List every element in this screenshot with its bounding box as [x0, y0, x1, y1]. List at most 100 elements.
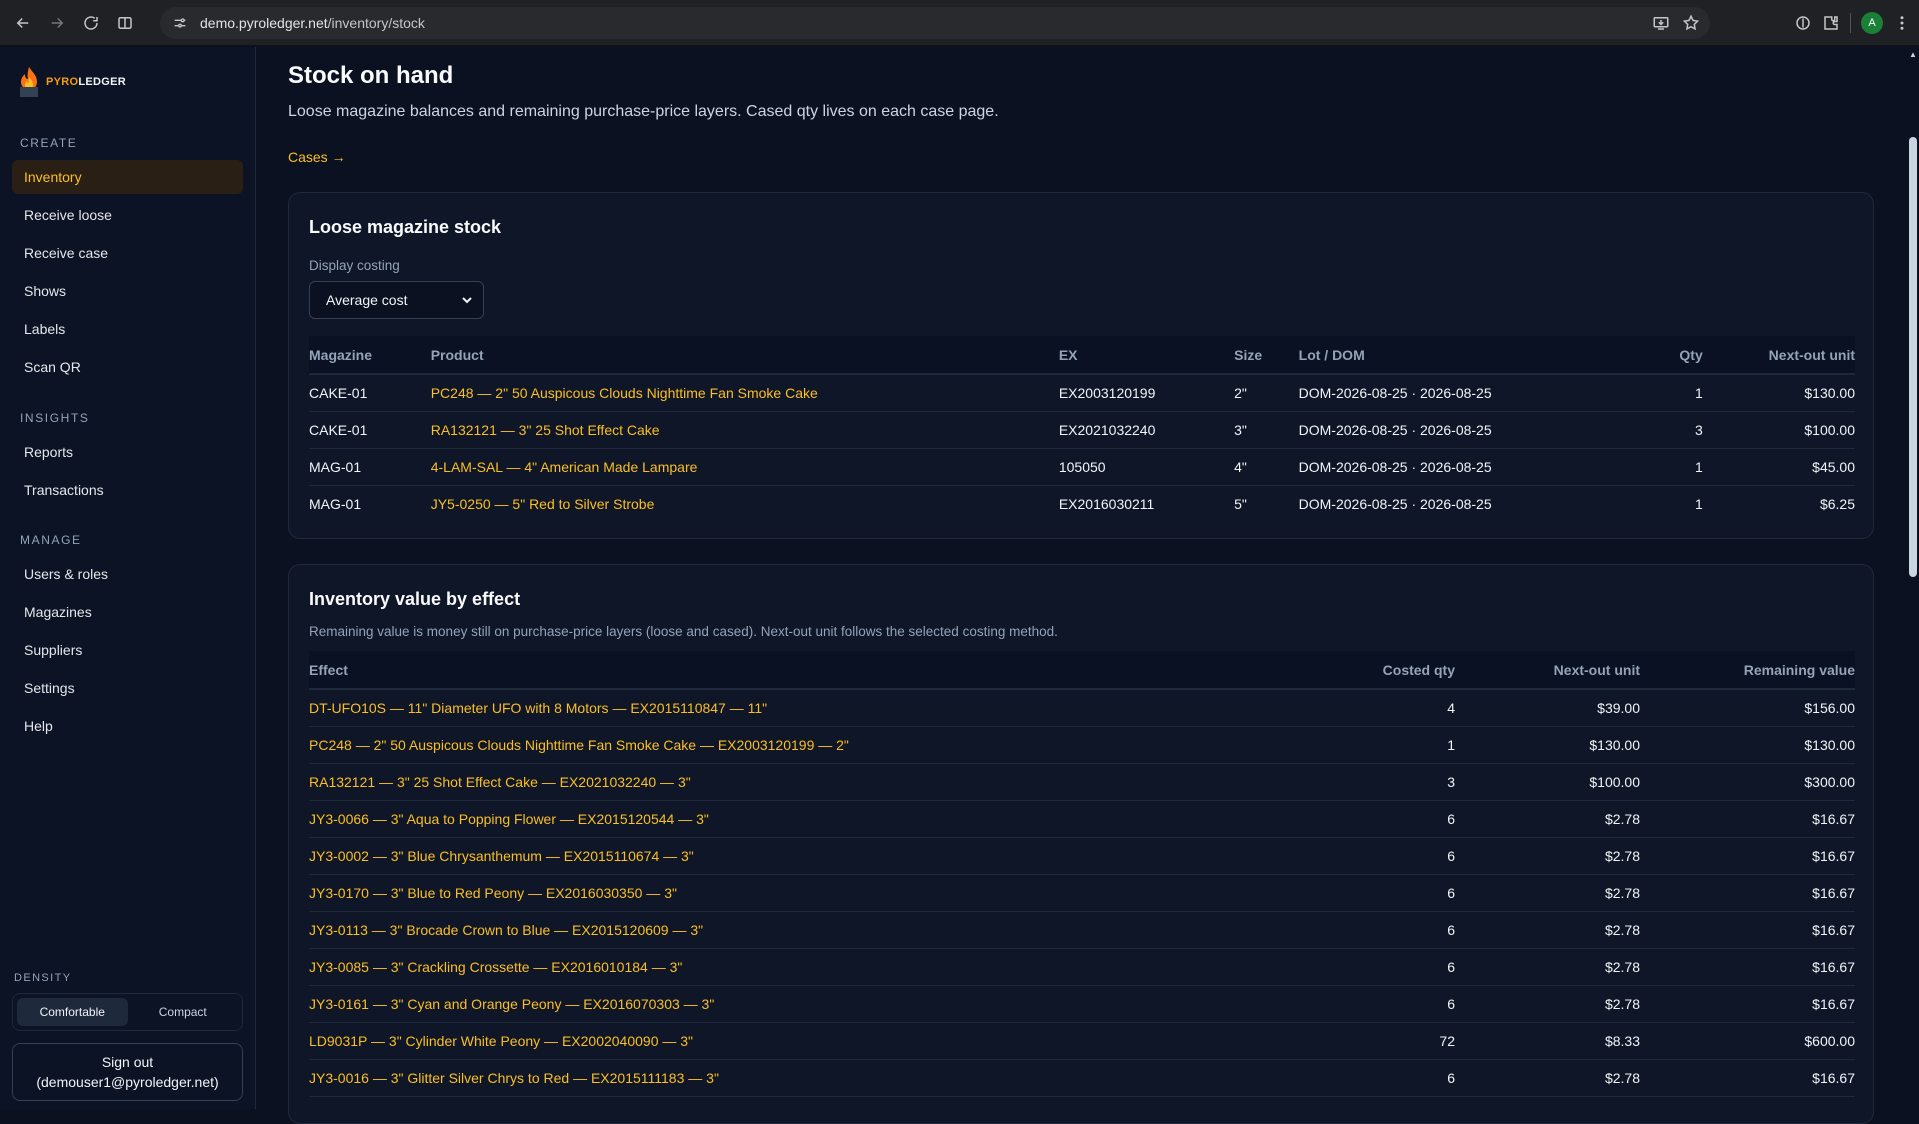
- product-link[interactable]: 4-LAM-SAL — 4" American Made Lampare: [430, 448, 1059, 486]
- value-by-effect-table: Effect Costed qty Next-out unit Remainin…: [309, 651, 1855, 1097]
- cell-costed-qty: 1: [1309, 726, 1455, 764]
- install-app-icon[interactable]: [1652, 14, 1670, 32]
- sidebar-item-settings[interactable]: Settings: [12, 671, 243, 705]
- sidebar-item-labels[interactable]: Labels: [12, 312, 243, 346]
- col-header-magazine[interactable]: Magazine: [309, 336, 431, 375]
- page-scrollbar[interactable]: ▲: [1907, 47, 1919, 1109]
- sidebar-item-receive-case[interactable]: Receive case: [12, 236, 243, 270]
- table-row: JY3-0161 — 3" Cyan and Orange Peony — EX…: [309, 985, 1855, 1023]
- sidebar-item-suppliers[interactable]: Suppliers: [12, 633, 243, 667]
- sidebar-item-inventory[interactable]: Inventory: [12, 160, 243, 194]
- split-view-button[interactable]: [110, 8, 140, 38]
- col-header-ex[interactable]: EX: [1058, 336, 1235, 375]
- col-header-lot-dom[interactable]: Lot / DOM: [1298, 336, 1567, 375]
- col-header-product[interactable]: Product: [430, 336, 1059, 375]
- extension-shield-icon[interactable]: [1794, 14, 1812, 32]
- effect-link[interactable]: JY3-0113 — 3" Brocade Crown to Blue — EX…: [309, 911, 1309, 949]
- reload-button[interactable]: [76, 8, 106, 38]
- effect-link[interactable]: JY3-0085 — 3" Crackling Crossette — EX20…: [309, 948, 1309, 986]
- toolbar-separator: [1850, 13, 1851, 33]
- cell-magazine: MAG-01: [309, 495, 362, 512]
- cell-costed-qty: 6: [1309, 911, 1455, 949]
- cell-costed-qty: 4: [1309, 689, 1455, 727]
- cell-qty: 3: [1566, 411, 1703, 449]
- col-header-costed-qty[interactable]: Costed qty: [1309, 651, 1455, 690]
- section-label-insights: INSIGHTS: [20, 411, 90, 425]
- sidebar-item-receive-loose[interactable]: Receive loose: [12, 198, 243, 232]
- sidebar-item-scan-qr[interactable]: Scan QR: [12, 350, 243, 384]
- cell-size: 2": [1234, 374, 1299, 412]
- col-header-next-out-unit[interactable]: Next-out unit: [1702, 336, 1855, 375]
- col-header-qty[interactable]: Qty: [1566, 336, 1703, 375]
- table-row: JY3-0016 — 3" Glitter Silver Chrys to Re…: [309, 1059, 1855, 1097]
- cell-ex: EX2016030211: [1058, 495, 1155, 512]
- cell-costed-qty: 6: [1309, 948, 1455, 986]
- sidebar-item-users-roles[interactable]: Users & roles: [12, 557, 243, 591]
- cell-costed-qty: 6: [1309, 874, 1455, 912]
- cell-costed-qty: 6: [1309, 800, 1455, 838]
- site-settings-icon[interactable]: [168, 11, 192, 35]
- split-view-icon: [118, 16, 132, 29]
- logo-text: PYROLEDGER: [46, 76, 127, 88]
- address-bar[interactable]: demo.pyroledger.net/inventory/stock: [160, 7, 1710, 39]
- sidebar-item-reports[interactable]: Reports: [12, 435, 243, 469]
- scroll-up-icon[interactable]: ▲: [1909, 51, 1917, 59]
- sidebar-item-shows[interactable]: Shows: [12, 274, 243, 308]
- bookmark-star-icon[interactable]: [1682, 14, 1700, 32]
- effect-link[interactable]: DT-UFO10S — 11" Diameter UFO with 8 Moto…: [309, 689, 1309, 727]
- cell-size: 3": [1234, 411, 1299, 449]
- product-link[interactable]: PC248 — 2" 50 Auspicous Clouds Nighttime…: [430, 374, 1059, 412]
- effect-link[interactable]: RA132121 — 3" 25 Shot Effect Cake — EX20…: [309, 763, 1309, 801]
- cell-next-out-unit: $6.25: [1819, 495, 1855, 512]
- sidebar-item-transactions[interactable]: Transactions: [12, 473, 243, 507]
- back-button[interactable]: [8, 8, 38, 38]
- page-subtitle: Loose magazine balances and remaining pu…: [288, 103, 999, 120]
- table-row: CAKE-01 PC248 — 2" 50 Auspicous Clouds N…: [309, 374, 1855, 412]
- reload-icon: [84, 15, 98, 30]
- sidebar-item-magazines[interactable]: Magazines: [12, 595, 243, 629]
- cell-next-out-unit: $8.33: [1455, 1022, 1640, 1060]
- app-logo[interactable]: PYROLEDGER: [16, 65, 126, 99]
- product-link[interactable]: JY5-0250 — 5" Red to Silver Strobe: [431, 485, 1059, 522]
- forward-button[interactable]: [42, 8, 72, 38]
- cell-remaining-value: $16.67: [1640, 874, 1855, 912]
- cell-ex: EX2021032240: [1058, 411, 1235, 449]
- extensions-puzzle-icon[interactable]: [1822, 14, 1840, 32]
- col-header-next-out-unit[interactable]: Next-out unit: [1455, 651, 1640, 690]
- value-by-effect-title: Inventory value by effect: [309, 589, 521, 609]
- col-header-remaining-value[interactable]: Remaining value: [1640, 651, 1855, 690]
- sidebar-item-help[interactable]: Help: [12, 709, 243, 743]
- table-row: DT-UFO10S — 11" Diameter UFO with 8 Moto…: [309, 689, 1855, 727]
- cell-lot-dom: DOM-2026-08-25 · 2026-08-25: [1298, 374, 1567, 412]
- effect-link[interactable]: LD9031P — 3" Cylinder White Peony — EX20…: [309, 1022, 1309, 1060]
- table-row: CAKE-01 RA132121 — 3" 25 Shot Effect Cak…: [309, 411, 1855, 449]
- costing-select[interactable]: Average cost: [309, 281, 484, 319]
- effect-link[interactable]: JY3-0161 — 3" Cyan and Orange Peony — EX…: [309, 985, 1309, 1023]
- table-row: JY3-0085 — 3" Crackling Crossette — EX20…: [309, 948, 1855, 986]
- profile-avatar[interactable]: A: [1861, 12, 1883, 34]
- table-row: JY3-0113 — 3" Brocade Crown to Blue — EX…: [309, 911, 1855, 949]
- sign-out-button[interactable]: Sign out (demouser1@pyroledger.net): [12, 1043, 243, 1101]
- cell-next-out-unit: $2.78: [1455, 911, 1640, 949]
- density-comfortable-button[interactable]: Comfortable: [17, 998, 128, 1026]
- cases-link[interactable]: Cases →: [288, 149, 346, 165]
- product-link[interactable]: RA132121 — 3" 25 Shot Effect Cake: [430, 411, 1059, 449]
- effect-link[interactable]: JY3-0016 — 3" Glitter Silver Chrys to Re…: [309, 1059, 1309, 1097]
- cell-lot-dom: DOM-2026-08-25 · 2026-08-25: [1298, 448, 1567, 486]
- value-by-effect-card: Inventory value by effect Remaining valu…: [288, 564, 1874, 1124]
- col-header-size[interactable]: Size: [1234, 336, 1299, 375]
- section-label-manage: MANAGE: [20, 533, 82, 547]
- more-menu-icon[interactable]: [1893, 14, 1911, 32]
- scrollbar-thumb[interactable]: [1909, 137, 1917, 577]
- cell-next-out-unit: $130.00: [1455, 726, 1640, 764]
- effect-link[interactable]: JY3-0170 — 3" Blue to Red Peony — EX2016…: [309, 874, 1309, 912]
- cell-qty: 1: [1694, 495, 1703, 512]
- col-header-effect[interactable]: Effect: [309, 651, 1309, 690]
- effect-link[interactable]: JY3-0066 — 3" Aqua to Popping Flower — E…: [309, 800, 1309, 838]
- cell-remaining-value: $16.67: [1640, 837, 1855, 875]
- cell-lot-dom: DOM-2026-08-25 · 2026-08-25: [1298, 495, 1492, 512]
- cell-size: 5": [1234, 495, 1247, 512]
- effect-link[interactable]: JY3-0002 — 3" Blue Chrysanthemum — EX201…: [309, 837, 1309, 875]
- effect-link[interactable]: PC248 — 2" 50 Auspicous Clouds Nighttime…: [309, 726, 1309, 764]
- density-compact-button[interactable]: Compact: [128, 998, 239, 1026]
